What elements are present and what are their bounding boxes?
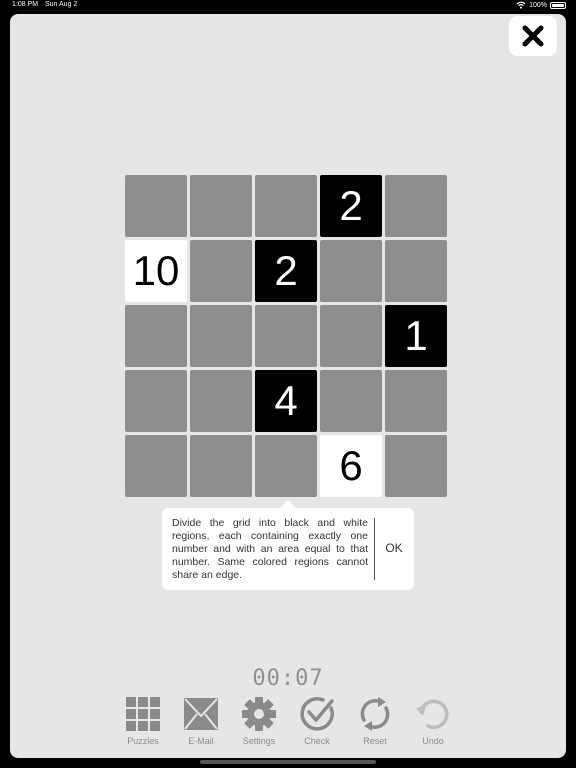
- gear-icon: [242, 697, 276, 731]
- check-icon: [300, 697, 334, 731]
- grid-cell[interactable]: 2: [255, 240, 317, 302]
- envelope-icon: [184, 698, 218, 730]
- wifi-icon: [516, 1, 526, 9]
- check-label: Check: [304, 736, 330, 746]
- reset-icon: [360, 697, 390, 731]
- grid-cell[interactable]: [125, 305, 187, 367]
- instructions-text: Divide the grid into black and white reg…: [172, 517, 368, 581]
- grid-cell[interactable]: 10: [125, 240, 187, 302]
- undo-label: Undo: [422, 736, 444, 746]
- grid-cell[interactable]: [190, 305, 252, 367]
- grid-cell[interactable]: [125, 435, 187, 497]
- settings-button[interactable]: Settings: [230, 694, 288, 748]
- grid-icon: [126, 697, 160, 731]
- grid-cell[interactable]: [190, 435, 252, 497]
- grid-cell[interactable]: 1: [385, 305, 447, 367]
- grid-cell[interactable]: [385, 370, 447, 432]
- battery-icon: [550, 1, 566, 9]
- grid-cell[interactable]: [190, 240, 252, 302]
- grid-cell[interactable]: [255, 175, 317, 237]
- grid-cell[interactable]: [385, 240, 447, 302]
- reset-button[interactable]: Reset: [346, 694, 404, 748]
- grid-cell[interactable]: [385, 175, 447, 237]
- reset-label: Reset: [363, 736, 387, 746]
- grid-cell[interactable]: [320, 370, 382, 432]
- undo-icon: [416, 699, 449, 730]
- grid-cell[interactable]: 2: [320, 175, 382, 237]
- status-right: 100%: [516, 1, 566, 9]
- check-button[interactable]: Check: [288, 694, 346, 748]
- close-button[interactable]: [509, 16, 557, 56]
- settings-label: Settings: [242, 736, 276, 746]
- puzzles-label: Puzzles: [127, 736, 159, 746]
- close-icon: [522, 25, 544, 47]
- grid-cell[interactable]: 6: [320, 435, 382, 497]
- timer: 00:07: [252, 666, 324, 691]
- grid-cell[interactable]: [255, 435, 317, 497]
- grid-cell[interactable]: [320, 305, 382, 367]
- puzzles-button[interactable]: Puzzles: [114, 694, 172, 748]
- instructions-popup: Divide the grid into black and white reg…: [162, 500, 414, 590]
- grid-cell[interactable]: [385, 435, 447, 497]
- status-bar: 1:08 PM Sun Aug 2 100%: [0, 0, 576, 12]
- grid-cell[interactable]: [190, 370, 252, 432]
- battery-percent: 100%: [529, 1, 547, 9]
- home-indicator: [200, 760, 376, 764]
- grid-cell[interactable]: 4: [255, 370, 317, 432]
- grid-cell[interactable]: [320, 240, 382, 302]
- email-label: E-Mail: [188, 736, 214, 746]
- ok-button[interactable]: OK: [379, 541, 409, 555]
- grid-cell[interactable]: [125, 370, 187, 432]
- grid-cell[interactable]: [255, 305, 317, 367]
- email-button[interactable]: E-Mail: [172, 694, 230, 748]
- grid-cell[interactable]: [125, 175, 187, 237]
- status-date: Sun Aug 2: [45, 1, 78, 8]
- grid-cell[interactable]: [190, 175, 252, 237]
- popup-divider: [374, 518, 375, 580]
- puzzle-grid: 2 10 2 1 4 6: [125, 175, 450, 500]
- status-time: 1:08 PM: [12, 1, 39, 8]
- undo-button[interactable]: Undo: [404, 694, 462, 748]
